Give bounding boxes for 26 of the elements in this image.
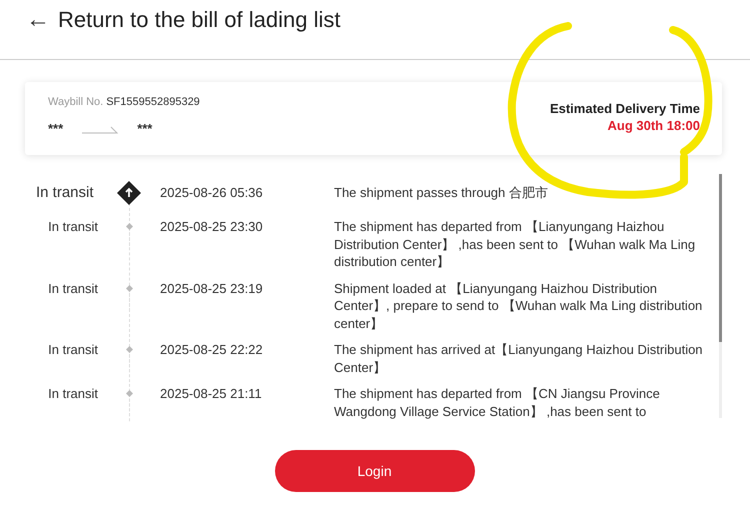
timestamp: 2025-08-25 21:11 <box>160 385 263 403</box>
status-text: In transit <box>48 280 98 298</box>
scrollbar[interactable] <box>719 174 722 418</box>
waybill-label: Waybill No. <box>48 96 104 108</box>
event-description: The shipment has departed from 【Lianyungang Haizhou Distribution Center】 ,has been sent to 【Wuhan walk Ma Ling distribution center】 <box>334 218 696 270</box>
timestamp: 2025-08-25 22:22 <box>160 341 264 359</box>
status-text: In transit <box>48 385 98 403</box>
origin: *** <box>48 121 64 136</box>
event-description: The shipment has departed from 【CN Jiangsu Province Wangdong Village Service Station】 ,has been sent to <box>334 385 661 420</box>
status-text: In transit <box>48 341 98 359</box>
event-description: The shipment passes through 合肥市 <box>334 184 549 202</box>
eta-label: Estimated Delivery Time <box>550 101 700 116</box>
destination: *** <box>137 121 152 136</box>
event-description: The shipment has arrived at【Lianyungang Haizhou Distribution Center】 <box>334 341 704 376</box>
status-text: In transit <box>48 218 98 236</box>
page-title: Return to the bill of lading list <box>58 7 340 33</box>
timestamp: 2025-08-26 05:36 <box>160 184 264 202</box>
eta-value: Aug 30th 18:00 <box>608 118 700 133</box>
waybill-number: SF1559552895329 <box>106 96 200 108</box>
login-button[interactable]: Login <box>274 450 474 492</box>
event-description: Shipment loaded at 【Lianyungang Haizhou Distribution Center】, prepare to send to 【Wuhan walk Ma Ling distribution center】 <box>334 280 704 332</box>
current-location-icon <box>116 180 142 206</box>
timestamp: 2025-08-25 23:19 <box>160 280 264 298</box>
status-text: In transit <box>35 184 94 203</box>
back-button[interactable]: ← <box>26 8 50 32</box>
timestamp: 2025-08-25 23:30 <box>160 218 264 236</box>
